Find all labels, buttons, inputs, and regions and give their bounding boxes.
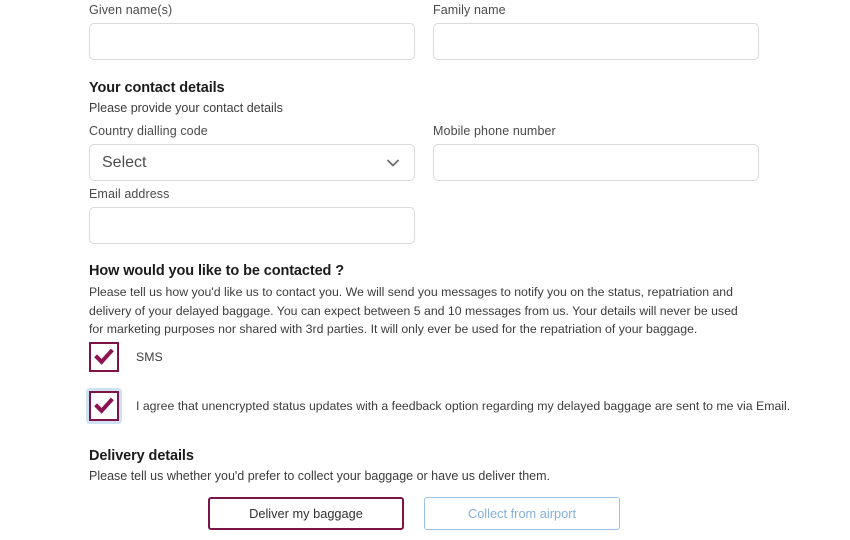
family-name-label: Family name: [433, 3, 506, 17]
email-label: Email address: [89, 187, 170, 201]
deliver-my-baggage-button[interactable]: Deliver my baggage: [208, 497, 404, 530]
contact-preference-heading: How would you like to be contacted ?: [89, 263, 345, 279]
contact-details-subtitle: Please provide your contact details: [89, 101, 283, 115]
checkmark-icon: [94, 397, 114, 414]
given-name-label: Given name(s): [89, 3, 173, 17]
mobile-phone-field-group: Mobile phone number: [433, 123, 759, 181]
delivery-details-heading: Delivery details: [89, 448, 194, 464]
sms-checkbox-label: SMS: [136, 350, 163, 364]
given-name-input[interactable]: [89, 23, 415, 60]
email-field-row: Email address: [89, 186, 415, 244]
country-dialling-code-select-wrap: Select: [89, 144, 415, 181]
family-name-field-group: Family name: [433, 2, 759, 60]
country-dialling-code-group: Country dialling code Select: [89, 123, 415, 181]
delivery-choice-buttons: Deliver my baggage Collect from airport: [208, 497, 620, 530]
collect-from-airport-button-label: Collect from airport: [467, 506, 577, 521]
contact-preference-description: Please tell us how you'd like us to cont…: [89, 285, 738, 336]
sms-checkbox-focus-ring: [86, 339, 122, 375]
email-consent-checkbox-focus-ring: [86, 388, 122, 424]
mobile-phone-input[interactable]: [433, 144, 759, 181]
contact-option-email-consent[interactable]: I agree that unencrypted status updates …: [86, 388, 790, 424]
email-input[interactable]: [89, 207, 415, 244]
baggage-contact-form-page: Given name(s) Family name Your contact d…: [0, 0, 850, 540]
email-consent-checkbox-label: I agree that unencrypted status updates …: [136, 399, 791, 413]
country-dialling-code-selected-value: Select: [102, 153, 147, 171]
given-name-field-group: Given name(s): [89, 2, 415, 60]
country-dialling-code-select[interactable]: Select: [89, 144, 415, 181]
collect-from-airport-button[interactable]: Collect from airport: [424, 497, 620, 530]
name-fields-row: Given name(s) Family name: [89, 2, 759, 60]
family-name-input[interactable]: [433, 23, 759, 60]
delivery-details-subtitle: Please tell us whether you'd prefer to c…: [89, 469, 550, 483]
email-field-group: Email address: [89, 186, 415, 244]
email-consent-checkbox[interactable]: [89, 391, 119, 421]
sms-checkbox[interactable]: [89, 342, 119, 372]
checkmark-icon: [94, 348, 114, 365]
mobile-phone-label: Mobile phone number: [433, 124, 556, 138]
phone-fields-row: Country dialling code Select Mobile phon…: [89, 123, 759, 181]
contact-option-sms[interactable]: SMS: [86, 339, 163, 375]
contact-details-heading: Your contact details: [89, 80, 225, 96]
deliver-my-baggage-button-label: Deliver my baggage: [249, 506, 363, 521]
country-dialling-code-label: Country dialling code: [89, 124, 208, 138]
